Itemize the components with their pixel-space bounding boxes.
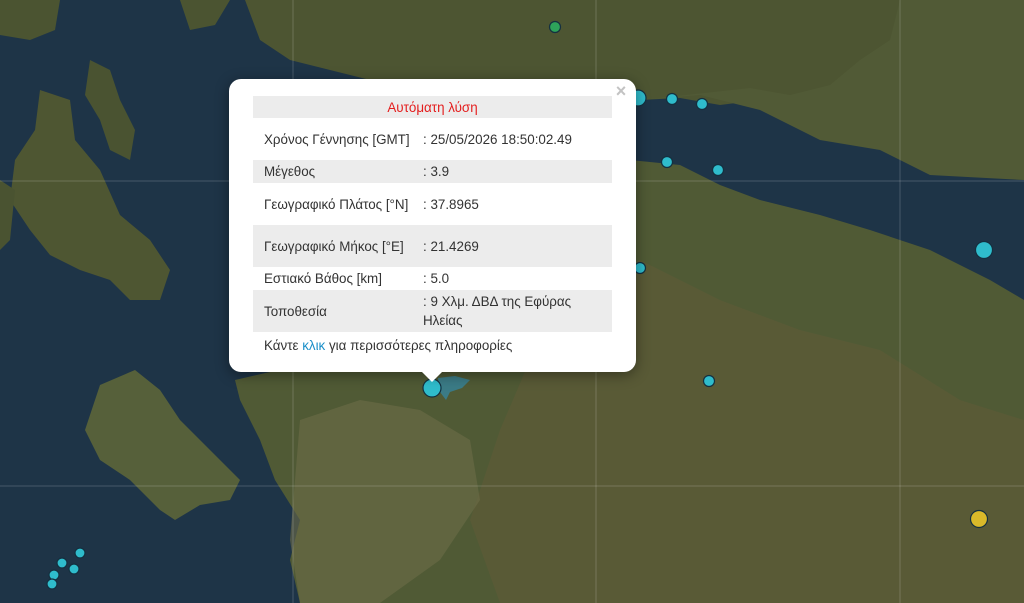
info-value: : 3.9: [413, 160, 612, 183]
info-value: : 25/05/2026 18:50:02.49: [423, 131, 572, 147]
info-value: : 37.8965: [423, 196, 479, 212]
more-info-prefix: Κάντε: [264, 338, 303, 353]
info-label: Μέγεθος: [253, 160, 413, 183]
earthquake-marker[interactable]: [974, 240, 994, 260]
earthquake-marker[interactable]: [711, 163, 725, 177]
info-label: Τοποθεσία: [253, 290, 413, 332]
info-row-longitude: Γεωγραφικό Μήκος [°E] : 21.4269: [253, 225, 612, 267]
close-icon[interactable]: ×: [612, 81, 630, 101]
info-row-location: Τοποθεσία : 9 Χλμ. ΔΒΔ της Εφύρας Ηλείας: [253, 290, 612, 332]
more-info-link[interactable]: κλικ: [302, 338, 325, 353]
popup-title-row: Αυτόματη λύση: [253, 96, 612, 118]
earthquake-marker[interactable]: [665, 92, 679, 106]
info-value: : 5.0: [423, 271, 450, 286]
earthquake-marker[interactable]: [46, 578, 58, 590]
info-row-origin-time: Χρόνος Γέννησης [GMT] : 25/05/2026 18:50…: [253, 118, 612, 160]
info-label: Γεωγραφικό Πλάτος [°N]: [264, 196, 409, 212]
earthquake-info-popup: × Αυτόματη λύση Χρόνος Γέννησης [GMT] : …: [229, 79, 636, 382]
popup-title: Αυτόματη λύση: [253, 96, 612, 118]
earthquake-marker[interactable]: [74, 547, 86, 559]
info-label: Εστιακό Βάθος [km]: [264, 271, 382, 286]
earthquake-marker[interactable]: [695, 97, 709, 111]
earthquake-marker[interactable]: [969, 509, 989, 529]
earthquake-marker[interactable]: [56, 557, 68, 569]
info-label: Γεωγραφικό Μήκος [°E]: [253, 225, 413, 267]
popup-tip: [421, 371, 443, 382]
info-row-magnitude: Μέγεθος : 3.9: [253, 160, 612, 183]
earthquake-marker[interactable]: [548, 20, 562, 34]
info-row-latitude: Γεωγραφικό Πλάτος [°N] : 37.8965: [253, 183, 612, 225]
info-value: : 21.4269: [413, 225, 612, 267]
earthquake-marker[interactable]: [48, 569, 60, 581]
more-info-suffix: για περισσότερες πληροφορίες: [325, 338, 513, 353]
earthquake-marker[interactable]: [702, 374, 716, 388]
earthquake-marker[interactable]: [633, 261, 647, 275]
more-info-text: Κάντε κλικ για περισσότερες πληροφορίες: [264, 338, 512, 353]
earthquake-marker[interactable]: [660, 155, 674, 169]
info-row-depth: Εστιακό Βάθος [km] : 5.0: [253, 267, 612, 290]
earthquake-marker[interactable]: [68, 563, 80, 575]
info-value: : 9 Χλμ. ΔΒΔ της Εφύρας Ηλείας: [413, 290, 612, 332]
info-label: Χρόνος Γέννησης [GMT]: [264, 131, 410, 147]
earthquake-info-table: Αυτόματη λύση Χρόνος Γέννησης [GMT] : 25…: [253, 96, 612, 332]
